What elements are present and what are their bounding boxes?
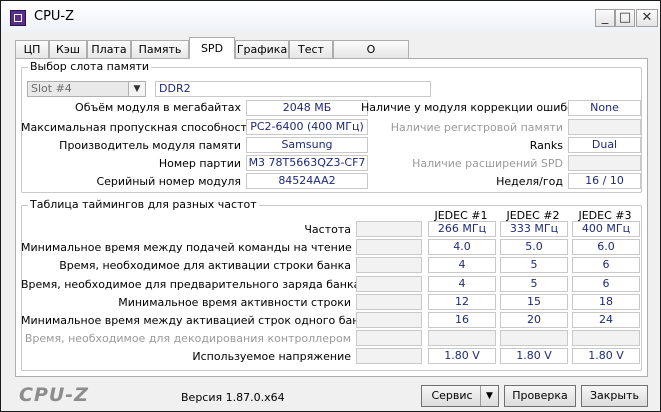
tab-memory[interactable]: Память bbox=[131, 40, 189, 58]
cpuz-window: CPU-Z _ □ ✕ ЦП Кэш Плата Память SPD Граф… bbox=[0, 0, 661, 412]
ecc-label: Наличие у модуля коррекции ошибок bbox=[361, 101, 581, 114]
module-size-value: 2048 МБ bbox=[246, 100, 368, 116]
tab-about[interactable]: О программе bbox=[333, 40, 409, 69]
trc-jedec2-value: 20 bbox=[500, 312, 568, 328]
cas-latency-spacer bbox=[356, 239, 422, 255]
command-rate-jedec2-value bbox=[500, 330, 568, 346]
chevron-down-icon[interactable]: ▼ bbox=[128, 82, 145, 96]
max-bandwidth-label: Максимальная пропускная способность bbox=[21, 121, 254, 134]
spd-ext-value bbox=[568, 155, 641, 171]
ecc-value: None bbox=[568, 100, 641, 116]
title-bar[interactable]: CPU-Z _ □ ✕ bbox=[1, 1, 660, 32]
cpuz-logo: CPU-Z bbox=[19, 384, 89, 406]
maximize-button[interactable]: □ bbox=[615, 9, 635, 27]
slot-select-value: Slot #4 bbox=[31, 82, 72, 95]
tras-jedec1-value: 12 bbox=[428, 294, 496, 310]
ras-to-cas-label: Время, необходимое для активации строки … bbox=[59, 259, 351, 272]
chevron-down-icon[interactable]: ▼ bbox=[480, 386, 498, 406]
command-rate-jedec1-value bbox=[428, 330, 496, 346]
frequency-label: Частота bbox=[304, 223, 351, 236]
slot-select[interactable]: Slot #4 ▼ bbox=[27, 81, 146, 97]
max-bandwidth-value: PC2-6400 (400 МГц) bbox=[246, 119, 368, 135]
check-button[interactable]: Проверка bbox=[504, 385, 576, 407]
ras-to-cas-jedec1-value: 4 bbox=[428, 257, 496, 273]
service-button[interactable]: Сервис ▼ bbox=[421, 385, 499, 407]
version-label: Версия 1.87.0.x64 bbox=[181, 391, 285, 404]
tras-jedec3-value: 18 bbox=[572, 294, 640, 310]
manufacturer-value: Samsung bbox=[246, 137, 368, 153]
slot-group-label: Выбор слота памяти bbox=[28, 60, 152, 73]
serial-number-value: 84524AA2 bbox=[246, 173, 368, 189]
voltage-jedec3-value: 1.80 V bbox=[572, 348, 640, 364]
cas-latency-jedec2-value: 5.0 bbox=[500, 239, 568, 255]
tab-mainboard[interactable]: Плата bbox=[87, 40, 131, 58]
week-year-value: 16 / 10 bbox=[568, 173, 641, 189]
tab-graphics[interactable]: Графика bbox=[235, 40, 289, 58]
cas-latency-jedec1-value: 4.0 bbox=[428, 239, 496, 255]
serial-number-label: Серийный номер модуля bbox=[96, 175, 241, 188]
ranks-label: Ranks bbox=[529, 139, 563, 152]
registered-value bbox=[568, 119, 641, 135]
spd-ext-label: Наличие расширений SPD bbox=[412, 157, 563, 170]
voltage-jedec1-value: 1.80 V bbox=[428, 348, 496, 364]
module-size-label: Объём модуля в мегабайтах bbox=[75, 101, 241, 114]
command-rate-jedec3-value bbox=[572, 330, 640, 346]
frequency-spacer bbox=[356, 221, 422, 237]
part-number-value: M3 78T5663QZ3-CF7 bbox=[246, 155, 368, 171]
memory-type-field: DDR2 bbox=[155, 81, 431, 97]
week-year-label: Неделя/год bbox=[496, 175, 563, 188]
voltage-label: Используемое напряжение bbox=[192, 350, 351, 363]
close-button[interactable]: Закрыть bbox=[581, 385, 648, 407]
command-rate-label: Время, необходимое для декодирования кон… bbox=[24, 332, 351, 345]
cpuz-app-icon bbox=[10, 10, 26, 26]
voltage-jedec2-value: 1.80 V bbox=[500, 348, 568, 364]
trc-label: Минимальное время между активацией строк… bbox=[21, 314, 373, 327]
tab-spd[interactable]: SPD bbox=[189, 37, 235, 59]
part-number-label: Номер партии bbox=[158, 157, 241, 170]
tab-cpu[interactable]: ЦП bbox=[15, 40, 49, 58]
window-title: CPU-Z bbox=[34, 9, 75, 24]
frequency-jedec2-value: 333 МГц bbox=[500, 221, 568, 237]
manufacturer-label: Производитель модуля памяти bbox=[59, 139, 241, 152]
cas-latency-label: Минимальное время между подачей команды … bbox=[21, 241, 352, 254]
ras-precharge-jedec1-value: 4 bbox=[428, 276, 496, 292]
trc-spacer bbox=[356, 312, 422, 328]
tras-spacer bbox=[356, 294, 422, 310]
trc-jedec3-value: 24 bbox=[572, 312, 640, 328]
registered-label: Наличие регистровой памяти bbox=[390, 121, 563, 134]
tab-bench[interactable]: Тест bbox=[289, 40, 333, 58]
ranks-value: Dual bbox=[568, 137, 641, 153]
cas-latency-jedec3-value: 6.0 bbox=[572, 239, 640, 255]
ras-to-cas-spacer bbox=[356, 257, 422, 273]
frequency-jedec1-value: 266 МГц bbox=[428, 221, 496, 237]
ras-precharge-jedec2-value: 5 bbox=[500, 276, 568, 292]
tras-jedec2-value: 15 bbox=[500, 294, 568, 310]
ras-to-cas-jedec2-value: 5 bbox=[500, 257, 568, 273]
tras-label: Минимальное время активности строки bbox=[118, 296, 351, 309]
tab-cache[interactable]: Кэш bbox=[49, 40, 87, 58]
service-button-label: Сервис bbox=[431, 389, 473, 402]
trc-jedec1-value: 16 bbox=[428, 312, 496, 328]
close-window-button[interactable]: ✕ bbox=[636, 9, 658, 27]
frequency-jedec3-value: 400 МГц bbox=[572, 221, 640, 237]
timings-group-label: Таблица таймингов для разных частот bbox=[28, 198, 259, 211]
command-rate-spacer bbox=[356, 330, 422, 346]
ras-precharge-jedec3-value: 6 bbox=[572, 276, 640, 292]
ras-precharge-label: Время, необходимое для предварительного … bbox=[21, 278, 361, 291]
ras-precharge-spacer bbox=[356, 276, 422, 292]
voltage-spacer bbox=[356, 348, 422, 364]
ras-to-cas-jedec3-value: 6 bbox=[572, 257, 640, 273]
minimize-button[interactable]: _ bbox=[595, 9, 615, 27]
